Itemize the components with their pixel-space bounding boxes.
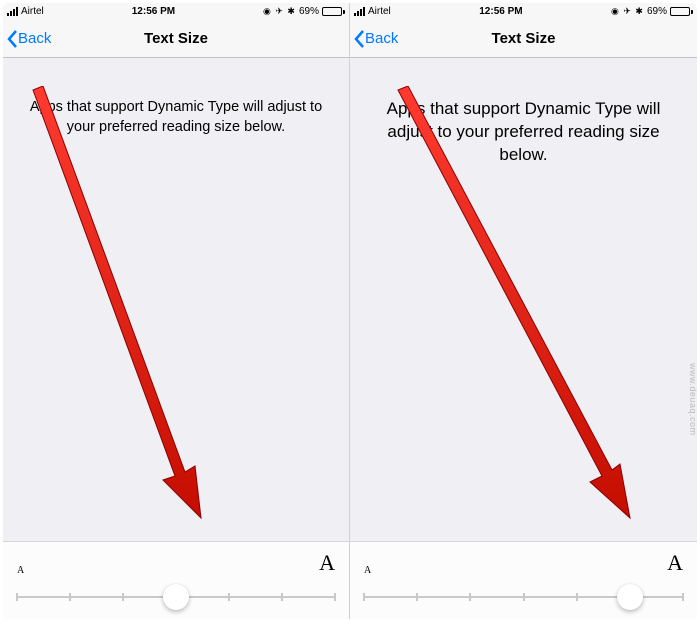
content-area: Apps that support Dynamic Type will adju… xyxy=(350,58,697,619)
text-size-slider[interactable] xyxy=(364,582,683,612)
carrier-label: Airtel xyxy=(21,6,44,17)
page-title: Text Size xyxy=(350,30,697,47)
back-label: Back xyxy=(365,30,398,47)
phone-screenshot-left: Airtel 12:56 PM ◉ ✈ ✱ 69% Back Text Size… xyxy=(3,3,350,619)
slider-tick xyxy=(69,593,71,601)
status-bar: Airtel 12:56 PM ◉ ✈ ✱ 69% xyxy=(350,3,697,20)
slider-min-label: A xyxy=(17,565,24,576)
slider-max-label: A xyxy=(667,550,683,576)
description-text: Apps that support Dynamic Type will adju… xyxy=(3,58,349,137)
battery-icon xyxy=(670,7,693,16)
text-size-slider-panel: A A xyxy=(350,541,697,619)
back-button[interactable]: Back xyxy=(350,30,398,48)
phone-screenshot-right: Airtel 12:56 PM ◉ ✈ ✱ 69% Back Text Size… xyxy=(350,3,697,619)
status-icons: ◉ ✈ ✱ xyxy=(611,6,644,17)
slider-tick xyxy=(122,593,124,601)
text-size-slider[interactable] xyxy=(17,582,335,612)
carrier-label: Airtel xyxy=(368,6,391,17)
description-text: Apps that support Dynamic Type will adju… xyxy=(350,58,697,167)
status-time: 12:56 PM xyxy=(479,6,522,17)
chevron-left-icon xyxy=(7,30,18,48)
annotation-arrow xyxy=(25,86,225,526)
slider-tick xyxy=(281,593,283,601)
slider-max-label: A xyxy=(319,550,335,576)
page-title: Text Size xyxy=(3,30,349,47)
signal-icon xyxy=(7,7,18,16)
slider-thumb[interactable] xyxy=(163,584,189,610)
slider-tick xyxy=(576,593,578,601)
battery-pct: 69% xyxy=(299,6,319,17)
back-label: Back xyxy=(18,30,51,47)
slider-thumb[interactable] xyxy=(617,584,643,610)
signal-icon xyxy=(354,7,365,16)
slider-tick xyxy=(228,593,230,601)
slider-tick xyxy=(16,593,18,601)
slider-min-label: A xyxy=(364,565,371,576)
status-icons: ◉ ✈ ✱ xyxy=(263,6,296,17)
status-bar: Airtel 12:56 PM ◉ ✈ ✱ 69% xyxy=(3,3,349,20)
chevron-left-icon xyxy=(354,30,365,48)
content-area: Apps that support Dynamic Type will adju… xyxy=(3,58,349,619)
status-time: 12:56 PM xyxy=(132,6,175,17)
back-button[interactable]: Back xyxy=(3,30,51,48)
slider-tick xyxy=(363,593,365,601)
slider-tick xyxy=(416,593,418,601)
watermark: www.deuaq.com xyxy=(688,363,698,436)
battery-icon xyxy=(322,7,345,16)
slider-tick xyxy=(682,593,684,601)
text-size-slider-panel: A A xyxy=(3,541,349,619)
slider-tick xyxy=(523,593,525,601)
nav-bar: Back Text Size xyxy=(350,20,697,58)
nav-bar: Back Text Size xyxy=(3,20,349,58)
slider-tick xyxy=(334,593,336,601)
slider-tick xyxy=(469,593,471,601)
battery-pct: 69% xyxy=(647,6,667,17)
